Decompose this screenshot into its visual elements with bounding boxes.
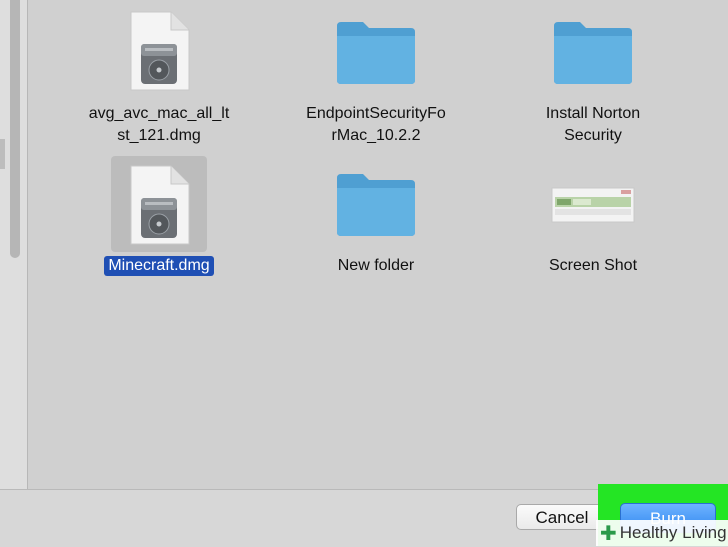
watermark-text: Healthy Living (619, 523, 727, 542)
sidebar (0, 0, 28, 489)
file-item-endpointsecurity-folder[interactable]: EndpointSecurityFo rMac_10.2.2 (295, 0, 457, 150)
folder-icon (337, 22, 415, 84)
sidebar-scrollbar[interactable] (10, 0, 20, 258)
file-name-line1: Install Norton (545, 105, 641, 122)
file-item-minecraft-dmg[interactable]: Minecraft.dmg (78, 150, 240, 280)
file-item-install-norton-folder[interactable]: Install Norton Security (512, 0, 674, 150)
file-name-line2: Security (564, 127, 622, 144)
file-name-line1: avg_avc_mac_all_lt (88, 105, 230, 122)
file-item-new-folder[interactable]: New folder (295, 150, 457, 280)
sidebar-resize-handle[interactable] (0, 139, 5, 169)
disk-image-icon (130, 165, 190, 245)
cancel-button[interactable]: Cancel (516, 504, 608, 530)
screenshot-thumbnail-icon (551, 187, 635, 223)
file-name-line1: Screen Shot (548, 257, 638, 274)
file-name-line1: New folder (337, 257, 415, 274)
folder-icon (337, 174, 415, 236)
file-name-line2: rMac_10.2.2 (331, 127, 421, 144)
plus-icon: ✚ (600, 522, 617, 545)
file-name-line2: st_121.dmg (117, 127, 201, 144)
file-name-selected: Minecraft.dmg (104, 256, 214, 276)
file-grid: avg_avc_mac_all_lt st_121.dmg EndpointSe… (28, 0, 728, 489)
file-item-avg-dmg[interactable]: avg_avc_mac_all_lt st_121.dmg (78, 0, 240, 150)
file-item-screen-shot[interactable]: Screen Shot (512, 150, 674, 280)
file-name-line1: EndpointSecurityFo (306, 105, 446, 122)
watermark: ✚ Healthy Living (596, 520, 728, 546)
disk-image-icon (130, 11, 190, 91)
folder-icon (554, 22, 632, 84)
